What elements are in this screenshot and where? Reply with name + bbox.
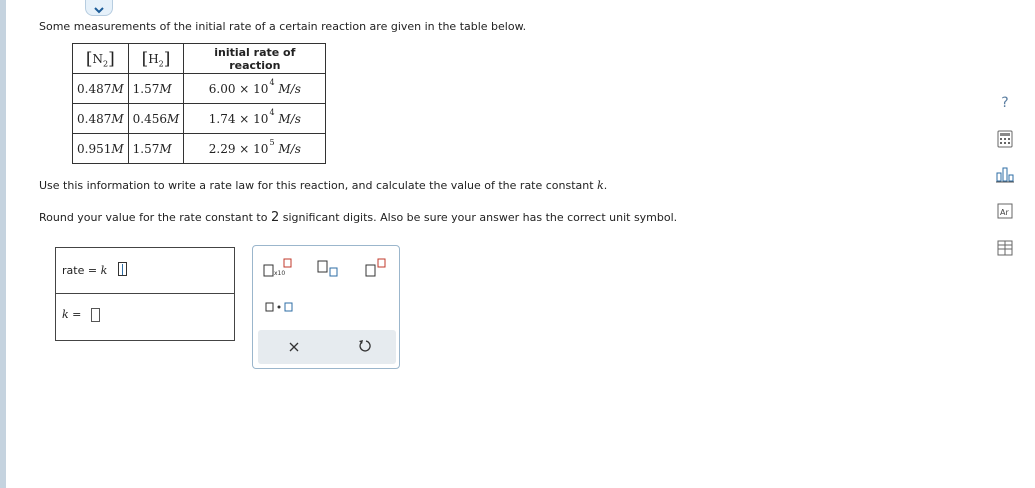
periodic-table-icon[interactable]: Ar: [994, 203, 1016, 225]
chart-icon[interactable]: [994, 165, 1016, 187]
measurements-table: [N2] [H2] initial rate of reaction 0.487…: [72, 43, 327, 164]
h2-cell: 1.57M: [127, 73, 185, 104]
table-row: 0.487M 0.456M 1.74 × 104 M/s: [72, 103, 327, 134]
h2-cell: 1.57M: [127, 133, 185, 164]
rate-cell: 2.29 × 105 M/s: [183, 133, 327, 164]
times-ten-text: x10: [274, 270, 285, 277]
header-h2: [H2]: [127, 43, 185, 74]
table-header-row: [N2] [H2] initial rate of reaction: [72, 43, 327, 74]
rate-constant-input[interactable]: [91, 308, 100, 322]
answer-box: rate = k k =: [55, 247, 235, 341]
left-strip: [0, 0, 6, 488]
rate-label: rate = k: [62, 264, 108, 277]
rate-cell: 6.00 × 104 M/s: [183, 73, 327, 104]
n2-cell: 0.487M: [72, 73, 129, 104]
n2-cell: 0.487M: [72, 103, 129, 134]
question-intro: Some measurements of the initial rate of…: [39, 20, 527, 33]
math-palette: x10: [252, 245, 400, 369]
h2-cell: 0.456M: [127, 103, 185, 134]
superscript-button[interactable]: [365, 256, 389, 280]
clear-button[interactable]: [287, 340, 301, 354]
chevron-down-icon: [94, 7, 104, 14]
help-icon[interactable]: ?: [994, 92, 1016, 114]
table-row: 0.951M 1.57M 2.29 × 105 M/s: [72, 133, 327, 164]
rate-cell: 1.74 × 104 M/s: [183, 103, 327, 134]
rate-law-input[interactable]: [118, 262, 127, 276]
svg-text:Ar: Ar: [1000, 208, 1009, 217]
header-rate: initial rate of reaction: [183, 43, 327, 74]
rate-law-row: rate = k: [56, 248, 234, 294]
subscript-button[interactable]: [317, 258, 341, 280]
undo-button[interactable]: [357, 339, 371, 353]
k-label: k =: [62, 308, 82, 321]
instruction-text: Use this information to write a rate law…: [39, 179, 608, 192]
multiply-dot-button[interactable]: [265, 300, 295, 314]
rate-constant-row: k =: [56, 294, 234, 340]
collapse-button[interactable]: [85, 0, 113, 16]
close-icon: [289, 342, 299, 352]
palette-action-bar: [258, 330, 396, 364]
calculator-icon[interactable]: [994, 130, 1016, 152]
header-n2: [N2]: [72, 43, 129, 74]
n2-cell: 0.951M: [72, 133, 129, 164]
table-row: 0.487M 1.57M 6.00 × 104 M/s: [72, 73, 327, 104]
data-table-icon[interactable]: [994, 240, 1016, 262]
times-ten-button[interactable]: x10: [263, 256, 293, 280]
text-cursor: [122, 264, 123, 275]
rounding-text: Round your value for the rate constant t…: [39, 210, 678, 225]
